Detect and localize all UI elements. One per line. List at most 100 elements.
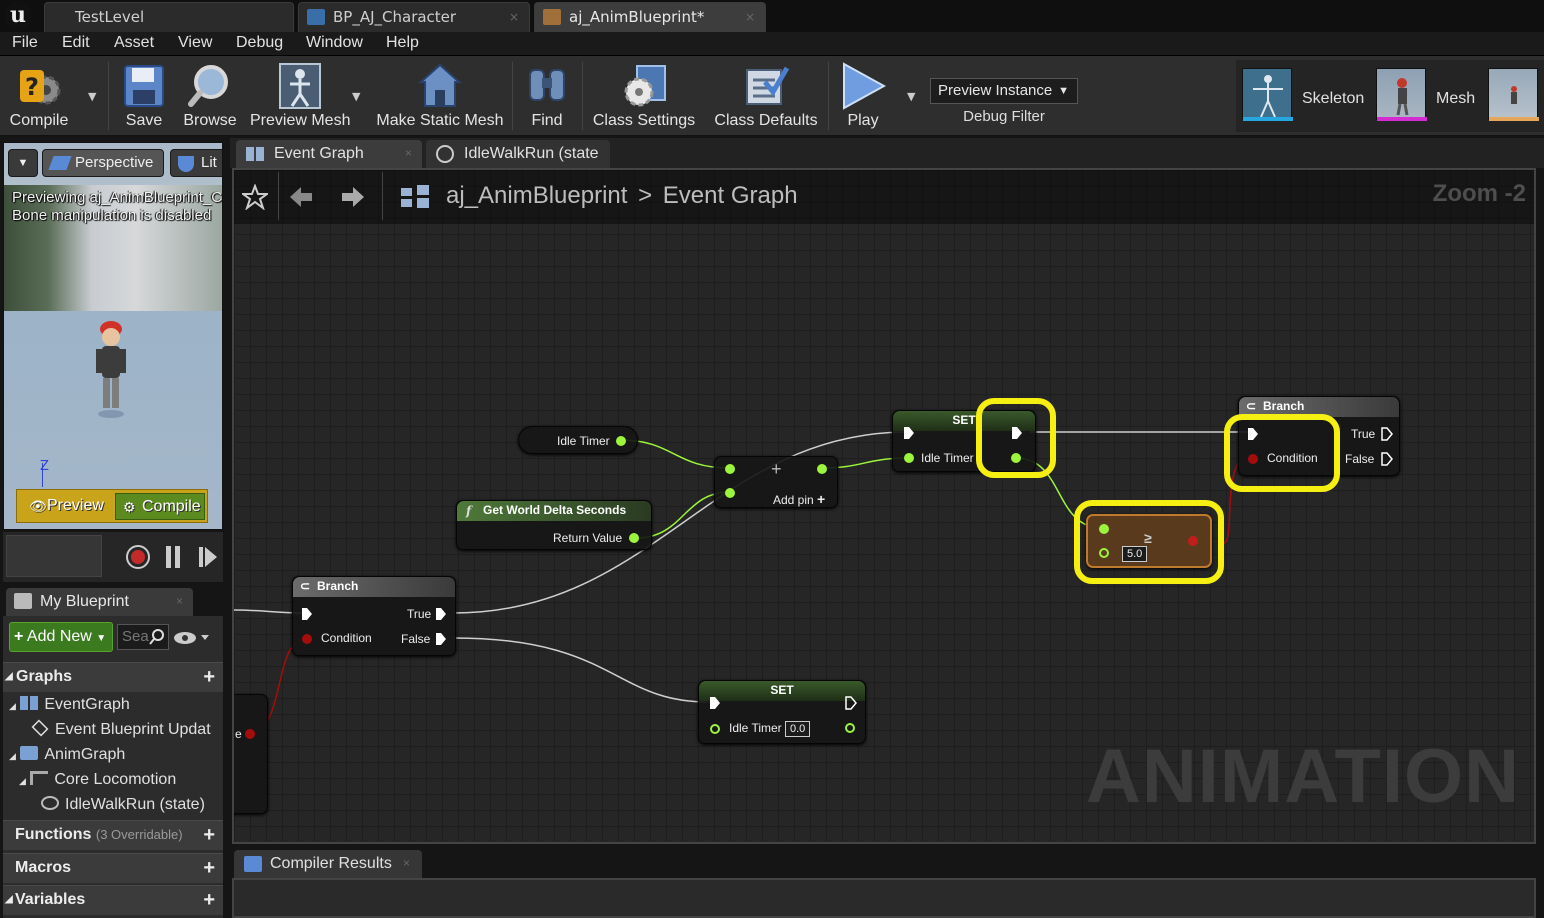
float-greater-equal-node[interactable]: 5.0 ≥ (1086, 514, 1212, 568)
compile-options-chevron-icon[interactable]: ▼ (88, 90, 96, 103)
offscreen-node[interactable]: e (234, 694, 268, 814)
exec-in-pin-icon[interactable] (903, 426, 915, 440)
bool-pin-icon[interactable] (245, 729, 255, 739)
add-pin-button[interactable]: Add pin + (773, 491, 825, 507)
make-static-mesh-button[interactable]: Make Static Mesh (376, 60, 504, 132)
tree-item-event-blueprint-update[interactable]: Event Blueprint Updat (31, 719, 211, 739)
preview-mesh-button[interactable]: Preview Mesh (250, 60, 350, 132)
float-pin-icon[interactable] (710, 724, 720, 734)
compare-value-field[interactable]: 5.0 (1122, 546, 1148, 562)
tree-item-eventgraph[interactable]: ◢ EventGraph (9, 696, 130, 714)
close-icon[interactable]: × (176, 588, 183, 615)
exec-in-pin-icon[interactable] (709, 696, 721, 710)
float-pin-icon[interactable] (904, 453, 914, 463)
branch-node-right[interactable]: ⊂ Branch True Condition False (1238, 396, 1400, 476)
preview-instance-dropdown[interactable]: Preview Instance ▼ (930, 78, 1078, 104)
play-button[interactable]: Play (836, 60, 890, 132)
tab-my-blueprint[interactable]: My Blueprint × (6, 588, 193, 616)
find-button[interactable]: Find (522, 60, 572, 132)
class-settings-button[interactable]: Class Settings (592, 60, 696, 132)
compile-button[interactable]: ? Compile (6, 60, 72, 132)
add-float-node[interactable]: + Add pin + (714, 456, 838, 508)
float-pin-icon[interactable] (629, 533, 639, 543)
preview-button[interactable]: 👁 Preview (21, 493, 111, 520)
add-graph-plus-icon[interactable]: + (203, 663, 215, 691)
close-icon[interactable]: × (745, 3, 755, 31)
add-function-plus-icon[interactable]: + (203, 821, 215, 849)
bool-pin-icon[interactable] (1248, 454, 1258, 464)
preview-viewport[interactable]: ▼ Perspective Lit Previewing aj_AnimBlue… (3, 142, 223, 530)
float-pin-icon[interactable] (845, 723, 855, 733)
close-icon[interactable]: × (405, 140, 412, 167)
tree-item-idlewalkrun[interactable]: IdleWalkRun (state) (41, 796, 205, 814)
exec-out-pin-icon[interactable] (435, 607, 447, 621)
pause-icon[interactable] (163, 544, 183, 570)
play-options-chevron-icon[interactable]: ▼ (907, 90, 915, 103)
set-idle-timer-node[interactable]: SET Idle Timer (892, 410, 1036, 472)
perspective-button[interactable]: Perspective (42, 149, 164, 177)
exec-out-pin-icon[interactable] (1011, 426, 1023, 440)
exec-out-pin-icon[interactable] (1381, 452, 1393, 466)
branch-node-left[interactable]: ⊂ Branch True Condition False (292, 576, 456, 656)
menu-help[interactable]: Help (386, 34, 419, 52)
add-new-button[interactable]: + Add New ▼ (9, 622, 113, 652)
animation-mode-button[interactable] (1488, 68, 1539, 121)
view-options-eye-icon[interactable] (173, 630, 211, 646)
step-forward-icon[interactable] (197, 544, 219, 570)
graphs-section-header[interactable]: ◢ Graphs + (3, 662, 223, 692)
tree-item-animgraph[interactable]: ◢ AnimGraph (9, 746, 125, 764)
get-world-delta-seconds-node[interactable]: f Get World Delta Seconds Return Value (456, 500, 652, 550)
exec-out-pin-icon[interactable] (1381, 427, 1393, 441)
menu-asset[interactable]: Asset (114, 34, 154, 52)
menu-file[interactable]: File (12, 34, 38, 52)
menu-view[interactable]: View (178, 34, 212, 52)
functions-section-header[interactable]: Functions (3 Overridable) + (3, 820, 223, 850)
close-icon[interactable]: × (403, 850, 410, 877)
tab-idlewalkrun[interactable]: IdleWalkRun (state (426, 140, 610, 168)
record-icon[interactable] (125, 544, 151, 570)
float-pin-icon[interactable] (725, 488, 735, 498)
tab-event-graph[interactable]: Event Graph × (236, 140, 422, 168)
bool-pin-icon[interactable] (302, 634, 312, 644)
float-pin-icon[interactable] (616, 436, 626, 446)
event-graph-canvas[interactable]: aj_AnimBlueprint > Event Graph Zoom -2 I… (232, 168, 1536, 844)
macros-section-header[interactable]: Macros + (3, 853, 223, 883)
mesh-mode-button[interactable] (1376, 68, 1427, 121)
float-pin-icon[interactable] (1099, 524, 1109, 534)
playback-timeline-field[interactable] (6, 535, 102, 577)
skeleton-mode-button[interactable] (1242, 68, 1293, 121)
float-pin-icon[interactable] (817, 464, 827, 474)
tab-testlevel[interactable]: TestLevel (44, 2, 294, 32)
exec-out-pin-icon[interactable] (845, 696, 857, 710)
set-idle-timer-reset-node[interactable]: SET Idle Timer 0.0 (698, 680, 866, 744)
tab-bp-aj-character[interactable]: BP_AJ_Character × (298, 2, 530, 32)
lit-button[interactable]: Lit (170, 149, 222, 177)
mesh-mode-label[interactable]: Mesh (1436, 90, 1475, 108)
menu-edit[interactable]: Edit (62, 34, 90, 52)
exec-out-pin-icon[interactable] (435, 632, 447, 646)
add-macro-plus-icon[interactable]: + (203, 854, 215, 882)
menu-debug[interactable]: Debug (236, 34, 283, 52)
search-input[interactable]: Sea (117, 624, 169, 650)
float-pin-icon[interactable] (725, 464, 735, 474)
idle-timer-value-field[interactable]: 0.0 (785, 721, 811, 737)
float-pin-icon[interactable] (1011, 453, 1021, 463)
tree-item-core-locomotion[interactable]: ◢ Core Locomotion (19, 771, 176, 789)
browse-button[interactable]: Browse (180, 60, 240, 132)
float-pin-icon[interactable] (1099, 548, 1109, 558)
preview-mesh-chevron-icon[interactable]: ▼ (352, 90, 360, 103)
idle-timer-get-node[interactable]: Idle Timer (518, 426, 638, 454)
menu-window[interactable]: Window (306, 34, 363, 52)
variables-section-header[interactable]: ◢ Variables + (3, 885, 223, 915)
close-icon[interactable]: × (509, 3, 519, 31)
viewport-options-chevron-icon[interactable]: ▼ (8, 149, 38, 177)
tab-compiler-results[interactable]: Compiler Results × (234, 850, 422, 878)
bool-pin-icon[interactable] (1188, 536, 1198, 546)
skeleton-mode-label[interactable]: Skeleton (1302, 90, 1364, 108)
class-defaults-button[interactable]: Class Defaults (712, 60, 820, 132)
tab-aj-animblueprint[interactable]: aj_AnimBlueprint* × (534, 2, 766, 32)
save-button[interactable]: Save (118, 60, 170, 132)
add-variable-plus-icon[interactable]: + (203, 886, 215, 914)
viewport-compile-button[interactable]: ⚙ Compile (115, 493, 205, 520)
exec-in-pin-icon[interactable] (1247, 427, 1259, 441)
